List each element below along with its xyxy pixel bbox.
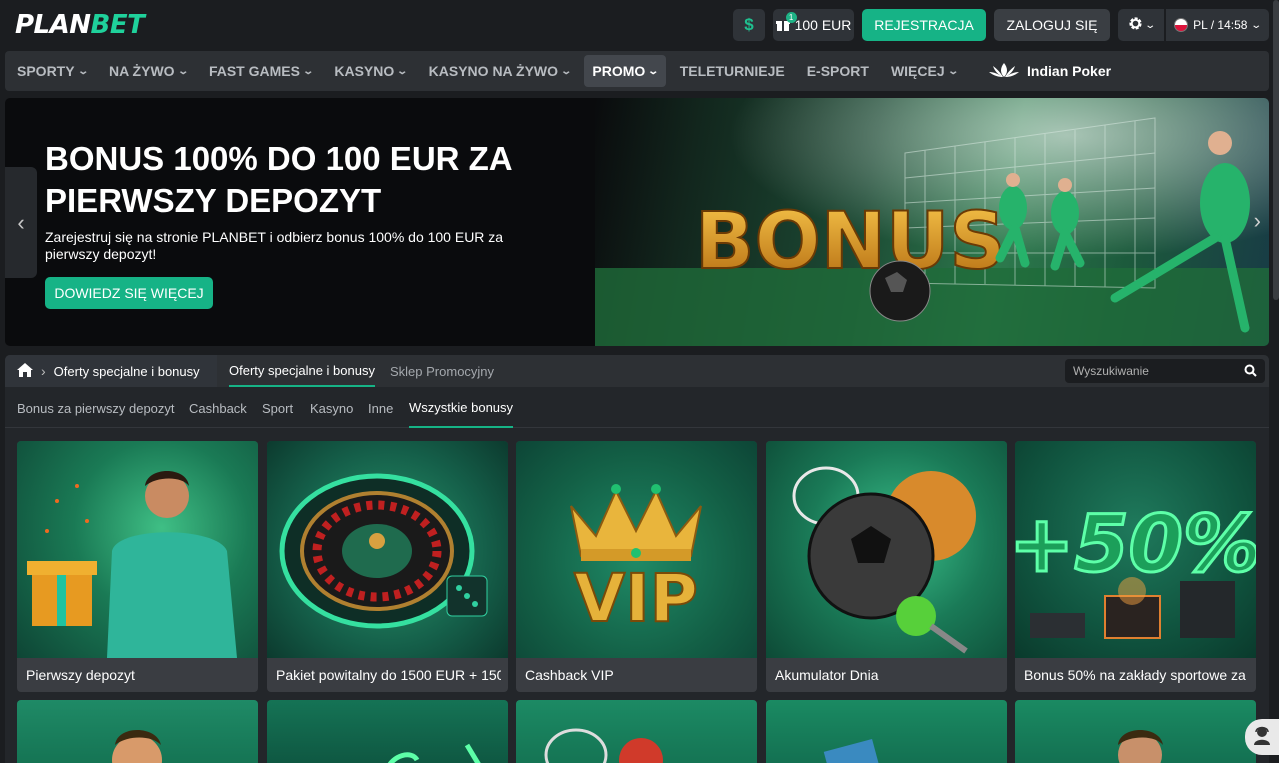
language-time-label: PL / 14:58	[1193, 18, 1248, 32]
nav-item-sporty[interactable]: SPORTY ⌄	[9, 55, 95, 87]
gift-count-badge: 1	[785, 12, 797, 23]
search-input[interactable]	[1073, 364, 1243, 378]
filter-inne[interactable]: Inne	[368, 388, 393, 428]
settings-button[interactable]: ⌄	[1118, 9, 1164, 41]
home-icon[interactable]	[17, 362, 33, 380]
tab-special-offers[interactable]: Oferty specjalne i bonusy	[229, 355, 375, 387]
banner-next-button[interactable]: ›	[1254, 208, 1261, 234]
main-nav: SPORTY ⌄ NA ŻYWO ⌄ FAST GAMES ⌄ KASYNO ⌄ KAS…	[5, 51, 1269, 91]
support-agent-icon	[1253, 725, 1271, 750]
chevron-down-icon: ⌄	[946, 65, 959, 77]
register-button[interactable]: REJESTRACJA	[862, 9, 986, 41]
nav-item-kasyno[interactable]: KASYNO ⌄	[326, 55, 414, 87]
chevron-right-icon: ›	[41, 363, 46, 379]
planbet-logo[interactable]: PLANBET	[15, 10, 145, 40]
nav-item-teleturnieje[interactable]: TELETURNIEJE	[672, 55, 793, 87]
gear-icon	[1128, 16, 1143, 34]
card-image	[267, 441, 508, 658]
chevron-down-icon: ⌄	[76, 65, 89, 77]
chevron-right-icon: ›	[1253, 208, 1261, 233]
bonus-card[interactable]	[17, 700, 258, 763]
bonus-card[interactable]: Pierwszy depozyt	[17, 441, 258, 692]
bonus-card[interactable]	[516, 700, 757, 763]
promo-toolbar: › Oferty specjalne i bonusy Oferty specj…	[5, 355, 1269, 387]
breadcrumb: › Oferty specjalne i bonusy	[5, 355, 217, 387]
card-title: Cashback VIP	[525, 667, 614, 683]
nav-item-indian-poker[interactable]: Indian Poker	[981, 55, 1119, 87]
vip-text: VIP	[574, 560, 698, 637]
bonus-card[interactable]	[766, 700, 1007, 763]
card-title: Pakiet powitalny do 1500 EUR + 150 FS	[276, 667, 501, 683]
flag-pl-icon	[1174, 18, 1189, 32]
balance-label: 100 EUR	[794, 17, 852, 33]
card-title: Akumulator Dnia	[775, 667, 879, 683]
card-image: +50%	[1015, 441, 1256, 658]
chevron-down-icon: ⌄	[1250, 19, 1263, 31]
bonus-card[interactable]: +50% Bonus 50% na zakłady sportowe za ka…	[1015, 441, 1256, 692]
nav-item-promo[interactable]: PROMO ⌄	[584, 55, 666, 87]
nav-item-na-zywo[interactable]: NA ŻYWO ⌄	[101, 55, 195, 87]
chevron-down-icon: ⌄	[302, 65, 315, 77]
card-title: Bonus 50% na zakłady sportowe za każdy d…	[1024, 667, 1249, 683]
promo-banner[interactable]: BONUS BONUS 100% DO 100 EUR ZA PIERWSZY …	[5, 98, 1269, 346]
filter-sport[interactable]: Sport	[262, 388, 293, 428]
banner-bonus-text: BONUS	[695, 197, 1006, 287]
breadcrumb-current[interactable]: Oferty specjalne i bonusy	[54, 364, 200, 379]
login-button[interactable]: ZALOGUJ SIĘ	[994, 9, 1110, 41]
bonus-filter-bar: Bonus za pierwszy depozyt Cashback Sport…	[5, 388, 1269, 428]
banner-title: BONUS 100% DO 100 EUR ZA PIERWSZY DEPOZY…	[45, 140, 512, 219]
lotus-icon	[989, 61, 1020, 82]
learn-more-button[interactable]: DOWIEDZ SIĘ WIĘCEJ	[45, 277, 213, 309]
banner-prev-button[interactable]: ‹	[5, 167, 37, 278]
card-image	[766, 441, 1007, 658]
nav-item-e-sport[interactable]: E-SPORT	[799, 55, 877, 87]
bonus-card[interactable]: VIP Cashback VIP	[516, 441, 757, 692]
filter-cashback[interactable]: Cashback	[189, 388, 247, 428]
chevron-down-icon: ⌄	[560, 65, 573, 77]
chevron-down-icon: ⌄	[176, 65, 189, 77]
dollar-icon: $	[744, 15, 754, 34]
header: PLANBET $ 1 100 EUR REJESTRACJA ZALOGUJ …	[0, 0, 1279, 50]
nav-item-wiecej[interactable]: WIĘCEJ ⌄	[883, 55, 965, 87]
bonus-card[interactable]	[1015, 700, 1256, 763]
tab-promo-shop[interactable]: Sklep Promocyjny	[390, 355, 494, 387]
card-title: Pierwszy depozyt	[26, 667, 135, 683]
search-icon[interactable]	[1244, 364, 1257, 382]
chevron-down-icon: ⌄	[1144, 19, 1156, 31]
deposit-button[interactable]: $	[733, 9, 765, 41]
support-chat-button[interactable]	[1245, 719, 1279, 755]
filter-all-bonuses[interactable]: Wszystkie bonusy	[409, 388, 514, 428]
promotions-section: › Oferty specjalne i bonusy Oferty specj…	[5, 355, 1269, 763]
nav-item-fast-games[interactable]: FAST GAMES ⌄	[201, 55, 320, 87]
bonus-balance-button[interactable]: 1 100 EUR	[773, 9, 854, 41]
card-image: VIP	[516, 441, 757, 658]
gift-icon: 1	[775, 12, 797, 32]
language-time-button[interactable]: PL / 14:58 ⌄	[1166, 9, 1269, 41]
page-scrollbar[interactable]	[1273, 0, 1279, 300]
chevron-down-icon: ⌄	[396, 65, 409, 77]
filter-first-deposit[interactable]: Bonus za pierwszy depozyt	[17, 388, 175, 428]
bonus-card[interactable]: Pakiet powitalny do 1500 EUR + 150 FS	[267, 441, 508, 692]
banner-image: BONUS	[595, 98, 1269, 346]
card-image	[17, 441, 258, 658]
banner-description: Zarejestruj się na stronie PLANBET i odb…	[45, 229, 504, 262]
search-box	[1065, 359, 1265, 383]
bonus-card[interactable]	[267, 700, 508, 763]
chevron-down-icon: ⌄	[647, 65, 660, 77]
filter-kasyno[interactable]: Kasyno	[310, 388, 353, 428]
nav-item-kasyno-na-zywo[interactable]: KASYNO NA ŻYWO ⌄	[421, 55, 579, 87]
chevron-left-icon: ‹	[17, 209, 25, 235]
bonus-card[interactable]: Akumulator Dnia	[766, 441, 1007, 692]
plus-50-percent-text: +50%	[1015, 500, 1256, 590]
